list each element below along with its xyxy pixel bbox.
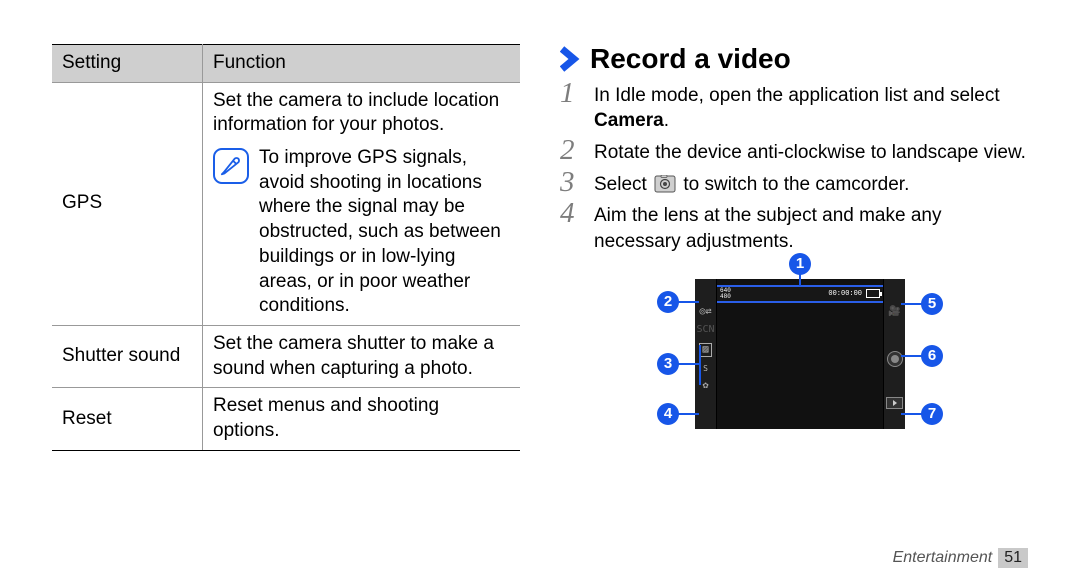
step3-part-a: Select [594,174,652,195]
timer-text: 00:00:00 [828,290,862,298]
col-header-setting: Setting [52,45,203,83]
gps-note-text: To improve GPS signals, avoid shooting i… [259,146,510,319]
callout-3: 3 [657,353,679,375]
function-shutter: Set the camera shutter to make a sound w… [203,325,521,387]
record-button-icon [887,351,903,367]
gps-note: To improve GPS signals, avoid shooting i… [213,146,510,319]
ev-icon: ▨ [699,343,711,357]
camcorder-switch-icon [654,175,676,193]
setting-name-gps: GPS [52,82,203,325]
device-screen: 640 480 00:00:00 ◎⇄ SCN ▨ S ✿ 🎥 [695,279,905,429]
col-header-function: Function [203,45,521,83]
callout-6: 6 [921,345,943,367]
scn-icon: SCN [696,325,714,335]
line-3 [677,363,699,365]
settings-table: Setting Function GPS Set the camera to i… [52,44,520,451]
line-1 [799,274,801,286]
left-column: Setting Function GPS Set the camera to i… [52,44,520,586]
callout-5: 5 [921,293,943,315]
table-row: Shutter sound Set the camera shutter to … [52,325,520,387]
callout-7: 7 [921,403,943,425]
footer-category: Entertainment [893,549,993,567]
battery-icon [866,289,880,298]
callout-4: 4 [657,403,679,425]
function-reset: Reset menus and shooting options. [203,388,521,450]
top-status-bar: 640 480 00:00:00 [715,285,885,303]
step1-part-a: In Idle mode, open the application list … [594,85,1000,106]
step-1: In Idle mode, open the application list … [560,83,1028,134]
setting-name-reset: Reset [52,388,203,450]
step-3: Select to switch to the camcorder. [560,172,1028,198]
setting-name-shutter: Shutter sound [52,325,203,387]
gps-description: Set the camera to include location infor… [213,89,510,138]
note-icon [213,148,249,184]
line-5 [901,303,923,305]
steps-list: In Idle mode, open the application list … [560,83,1028,255]
settings-gear-icon: ✿ [702,381,708,391]
chevron-right-icon [560,44,582,74]
right-toolbar: 🎥 [883,279,905,429]
callout-2: 2 [657,291,679,313]
page-footer: Entertainment 51 [893,548,1028,568]
resolution-text: 640 480 [720,288,731,300]
line-6 [901,355,923,357]
step3-part-b: to switch to the camcorder. [678,174,909,195]
ev-value: S [703,365,708,373]
function-gps: Set the camera to include location infor… [203,82,521,325]
section-heading: Record a video [560,44,1028,75]
step-4: Aim the lens at the subject and make any… [560,203,1028,254]
manual-page: Setting Function GPS Set the camera to i… [0,0,1080,586]
timer-battery: 00:00:00 [828,289,880,298]
line-3v [699,345,701,385]
line-2 [677,301,699,303]
table-row: GPS Set the camera to include location i… [52,82,520,325]
step1-part-c: . [664,110,669,131]
gallery-icon [886,397,903,409]
mode-switch-icon: ◎⇄ [699,307,711,317]
step1-app-name: Camera [594,110,664,131]
section-title: Record a video [590,44,791,75]
line-7 [901,413,923,415]
step-2: Rotate the device anti-clockwise to land… [560,140,1028,166]
right-column: Record a video In Idle mode, open the ap… [560,44,1028,586]
line-4 [677,413,699,415]
switch-camera-icon: 🎥 [888,307,900,317]
footer-page-number: 51 [998,548,1028,568]
callout-1: 1 [789,253,811,275]
camcorder-diagram: 640 480 00:00:00 ◎⇄ SCN ▨ S ✿ 🎥 [639,263,949,443]
table-row: Reset Reset menus and shooting options. [52,388,520,450]
